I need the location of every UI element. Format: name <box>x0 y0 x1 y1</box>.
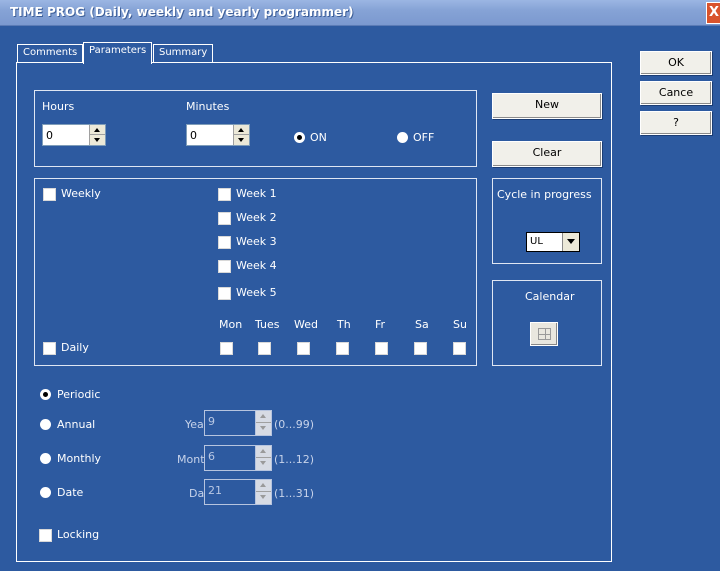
week-4-checkbox[interactable] <box>218 260 231 273</box>
date-radio[interactable] <box>40 487 51 498</box>
locking-label: Locking <box>57 528 100 541</box>
window-title: TIME PROG (Daily, weekly and yearly prog… <box>10 5 354 19</box>
hours-label: Hours <box>42 100 75 113</box>
day-checkbox-th[interactable] <box>336 342 349 355</box>
year-up-icon[interactable] <box>256 411 271 423</box>
periodic-radio[interactable] <box>40 389 51 400</box>
minutes-stepper[interactable]: 0 <box>186 124 250 146</box>
weekly-label: Weekly <box>61 187 101 200</box>
hours-value: 0 <box>46 129 53 142</box>
close-icon: X <box>709 5 720 20</box>
weekly-checkbox[interactable] <box>43 188 56 201</box>
date-label: Date <box>57 486 84 499</box>
day-checkbox-tues[interactable] <box>258 342 271 355</box>
week-4-label: Week 4 <box>236 259 277 272</box>
help-button[interactable]: ? <box>640 111 712 135</box>
on-label: ON <box>310 131 327 144</box>
tab-parameters[interactable]: Parameters <box>83 42 153 64</box>
day-value: 21 <box>208 484 222 497</box>
day-checkbox-sa[interactable] <box>414 342 427 355</box>
calendar-icon <box>538 328 551 340</box>
monthly-label: Monthly <box>57 452 102 465</box>
day-stepper[interactable]: 21 <box>204 479 272 505</box>
month-stepper-arrows[interactable] <box>255 446 271 470</box>
week-3-checkbox[interactable] <box>218 236 231 249</box>
chevron-down-icon[interactable] <box>562 233 579 251</box>
year-stepper-arrows[interactable] <box>255 411 271 435</box>
day-checkbox-mon[interactable] <box>220 342 233 355</box>
year-stepper[interactable]: 9 <box>204 410 272 436</box>
year-range: (0...99) <box>274 418 315 431</box>
day-down-icon[interactable] <box>256 492 271 502</box>
cycle-select[interactable]: UL <box>526 232 580 252</box>
cycle-value: UL <box>530 236 543 247</box>
day-label-wed: Wed <box>294 318 318 331</box>
daily-label: Daily <box>61 341 89 354</box>
month-down-icon[interactable] <box>256 458 271 468</box>
week-2-checkbox[interactable] <box>218 212 231 225</box>
week-5-label: Week 5 <box>236 286 277 299</box>
tab-summary[interactable]: Summary <box>153 44 214 62</box>
daily-checkbox[interactable] <box>43 342 56 355</box>
minutes-down-icon[interactable] <box>234 135 249 145</box>
week-5-checkbox[interactable] <box>218 287 231 300</box>
hours-up-icon[interactable] <box>90 125 105 135</box>
minutes-up-icon[interactable] <box>234 125 249 135</box>
schedule-group <box>34 178 477 366</box>
minutes-label: Minutes <box>186 100 230 113</box>
hours-stepper-arrows[interactable] <box>89 125 105 145</box>
day-range: (1...31) <box>274 487 315 500</box>
day-label-mon: Mon <box>219 318 243 331</box>
calendar-button[interactable] <box>530 322 558 346</box>
minutes-value: 0 <box>190 129 197 142</box>
on-radio[interactable] <box>294 132 305 143</box>
day-checkbox-fr[interactable] <box>375 342 388 355</box>
periodic-label: Periodic <box>57 388 101 401</box>
off-label: OFF <box>413 131 435 144</box>
hours-stepper[interactable]: 0 <box>42 124 106 146</box>
year-down-icon[interactable] <box>256 423 271 433</box>
day-label-fr: Fr <box>375 318 386 331</box>
month-up-icon[interactable] <box>256 446 271 458</box>
monthly-radio[interactable] <box>40 453 51 464</box>
month-value: 6 <box>208 450 215 463</box>
annual-label: Annual <box>57 418 96 431</box>
day-up-icon[interactable] <box>256 480 271 492</box>
locking-checkbox[interactable] <box>39 529 52 542</box>
title-bar: TIME PROG (Daily, weekly and yearly prog… <box>0 0 720 26</box>
close-button[interactable]: X <box>706 2 720 24</box>
day-checkbox-su[interactable] <box>453 342 466 355</box>
month-stepper[interactable]: 6 <box>204 445 272 471</box>
week-1-label: Week 1 <box>236 187 277 200</box>
week-2-label: Week 2 <box>236 211 277 224</box>
week-1-checkbox[interactable] <box>218 188 231 201</box>
day-label-tues: Tues <box>255 318 280 331</box>
day-label-th: Th <box>337 318 351 331</box>
new-button[interactable]: New <box>492 93 602 119</box>
minutes-stepper-arrows[interactable] <box>233 125 249 145</box>
annual-radio[interactable] <box>40 419 51 430</box>
hours-down-icon[interactable] <box>90 135 105 145</box>
day-label-su: Su <box>453 318 467 331</box>
cycle-label: Cycle in progress <box>497 188 592 201</box>
week-3-label: Week 3 <box>236 235 277 248</box>
ok-button[interactable]: OK <box>640 51 712 75</box>
day-checkbox-wed[interactable] <box>297 342 310 355</box>
day-label-sa: Sa <box>415 318 429 331</box>
day-stepper-arrows[interactable] <box>255 480 271 504</box>
cancel-button[interactable]: Cance <box>640 81 712 105</box>
month-range: (1...12) <box>274 453 315 466</box>
year-value: 9 <box>208 415 215 428</box>
calendar-label: Calendar <box>525 290 575 303</box>
clear-button[interactable]: Clear <box>492 141 602 167</box>
off-radio[interactable] <box>397 132 408 143</box>
tab-comments[interactable]: Comments <box>17 44 84 62</box>
